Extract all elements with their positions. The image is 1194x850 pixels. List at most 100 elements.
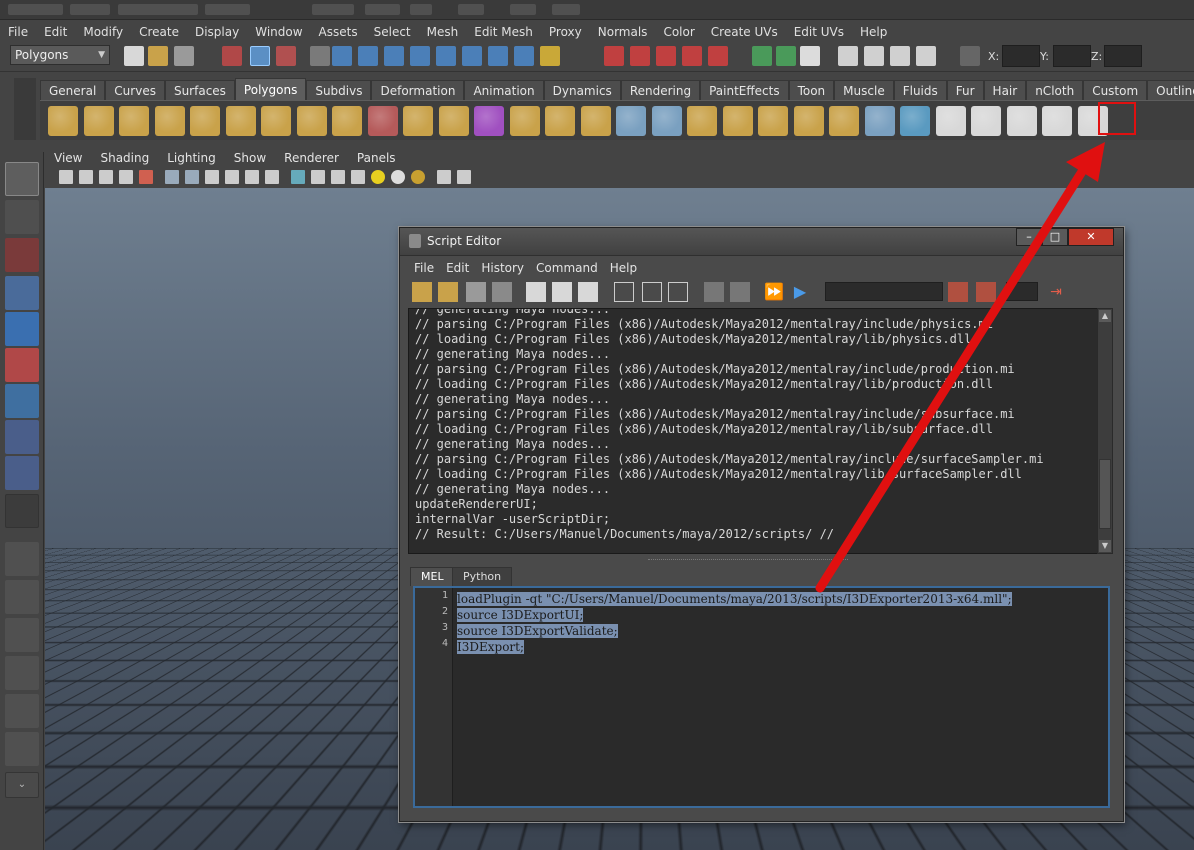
code-text[interactable]: loadPlugin -qt "C:/Users/Manuel/Document… <box>457 591 1012 655</box>
search-down-icon[interactable] <box>948 282 968 302</box>
menu-set-dropdown[interactable]: Polygons ▼ <box>10 45 110 65</box>
poly-poke-icon[interactable] <box>829 106 859 136</box>
clear-all-icon[interactable] <box>578 282 598 302</box>
menu-assets[interactable]: Assets <box>311 25 366 39</box>
tab-toon[interactable]: Toon <box>788 80 835 100</box>
lights-icon[interactable] <box>291 170 305 184</box>
select-by-object-icon[interactable] <box>250 46 270 66</box>
show-both-icon[interactable] <box>668 282 688 302</box>
script-editor-title-bar[interactable]: Script Editor – □ ✕ <box>400 228 1123 256</box>
bookmark-icon[interactable] <box>99 170 113 184</box>
scrollbar-thumb[interactable] <box>1099 459 1111 529</box>
save-scene-icon[interactable] <box>174 46 194 66</box>
poly-extrude-icon[interactable] <box>509 106 540 136</box>
layout-four-view-icon[interactable] <box>5 580 39 614</box>
poly-sphere-icon[interactable] <box>48 106 78 136</box>
tab-dynamics[interactable]: Dynamics <box>543 80 621 100</box>
shelf-options-handle[interactable] <box>14 78 36 140</box>
poly-torus-icon[interactable] <box>225 106 256 136</box>
se-menu-edit[interactable]: Edit <box>440 261 475 275</box>
menu-file[interactable]: File <box>0 25 36 39</box>
z-field[interactable] <box>1104 45 1142 67</box>
tab-python[interactable]: Python <box>452 567 513 586</box>
source-script-icon[interactable] <box>438 282 458 302</box>
select-misc-icon[interactable] <box>514 46 534 66</box>
search-field[interactable] <box>825 282 943 301</box>
image-plane-icon[interactable] <box>119 170 133 184</box>
help-icon[interactable] <box>540 46 560 66</box>
select-by-component-icon[interactable] <box>276 46 296 66</box>
poly-insert-loop-icon[interactable] <box>758 106 788 136</box>
select-joints-icon[interactable] <box>358 46 378 66</box>
resolution-gate-icon[interactable] <box>411 170 425 184</box>
execute-all-icon[interactable]: ⏩ <box>764 282 784 302</box>
poly-reduce-icon[interactable] <box>864 106 895 136</box>
poly-sculpt-icon[interactable] <box>900 106 930 136</box>
input-editor[interactable]: 1 2 3 4 loadPlugin -qt "C:/Users/Manuel/Doc… <box>413 586 1110 808</box>
tab-curves[interactable]: Curves <box>105 80 165 100</box>
layout-hypershade-icon[interactable] <box>5 694 39 728</box>
ipr-render-icon[interactable] <box>890 46 910 66</box>
render-settings-icon[interactable] <box>916 46 936 66</box>
save-script-icon[interactable] <box>466 282 486 302</box>
tab-muscle[interactable]: Muscle <box>834 80 894 100</box>
panel-menu-renderer[interactable]: Renderer <box>275 151 348 165</box>
shadows-icon[interactable] <box>351 170 365 184</box>
tab-subdivs[interactable]: Subdivs <box>306 80 372 100</box>
tab-surfaces[interactable]: Surfaces <box>164 80 235 100</box>
texture-icon[interactable] <box>245 170 259 184</box>
snap-curve-icon[interactable] <box>630 46 650 66</box>
menu-select[interactable]: Select <box>366 25 419 39</box>
layout-options-icon[interactable]: ⌄ <box>5 772 39 798</box>
selection-mask-icon[interactable] <box>310 46 330 66</box>
load-script-icon[interactable] <box>412 282 432 302</box>
history-scrollbar[interactable]: ▲ ▼ <box>1097 308 1113 554</box>
menu-modify[interactable]: Modify <box>75 25 131 39</box>
wireframe-icon[interactable] <box>165 170 179 184</box>
poly-helix-icon[interactable] <box>332 106 362 136</box>
select-dynamics-icon[interactable] <box>462 46 482 66</box>
search-up-icon[interactable] <box>976 282 996 302</box>
se-menu-command[interactable]: Command <box>530 261 604 275</box>
poly-split-icon[interactable] <box>616 106 646 136</box>
safe-action-icon[interactable] <box>457 170 471 184</box>
menu-mesh[interactable]: Mesh <box>419 25 467 39</box>
poly-cylinder-icon[interactable] <box>119 106 149 136</box>
layout-single-perspective-icon[interactable] <box>5 542 39 576</box>
select-handles-icon[interactable] <box>332 46 352 66</box>
bounding-box-icon[interactable] <box>205 170 219 184</box>
transform-field-icon[interactable] <box>960 46 980 66</box>
menu-edit-uvs[interactable]: Edit UVs <box>786 25 852 39</box>
y-field[interactable] <box>1053 45 1091 67</box>
tab-custom[interactable]: Custom <box>1083 80 1148 100</box>
construction-history-icon[interactable] <box>800 46 820 66</box>
all-lights-icon[interactable] <box>331 170 345 184</box>
panel-menu-view[interactable]: View <box>45 151 91 165</box>
poly-cone-icon[interactable] <box>154 106 185 136</box>
snap-point-icon[interactable] <box>656 46 676 66</box>
tab-painteffects[interactable]: PaintEffects <box>700 80 789 100</box>
poly-separate-icon[interactable] <box>403 106 433 136</box>
poly-spherical-map-icon[interactable] <box>1006 106 1037 136</box>
tab-mel[interactable]: MEL <box>410 567 455 586</box>
close-button[interactable]: ✕ <box>1068 228 1114 246</box>
show-manipulator-icon[interactable] <box>5 456 39 490</box>
tab-deformation[interactable]: Deformation <box>371 80 465 100</box>
layout-persp-graph-icon[interactable] <box>5 656 39 690</box>
tab-hair[interactable]: Hair <box>983 80 1027 100</box>
default-light-icon[interactable] <box>311 170 325 184</box>
panel-menu-lighting[interactable]: Lighting <box>158 151 225 165</box>
panel-menu-shading[interactable]: Shading <box>91 151 158 165</box>
menu-color[interactable]: Color <box>655 25 702 39</box>
render-view-icon[interactable] <box>838 46 858 66</box>
poly-cube-icon[interactable] <box>83 106 114 136</box>
poly-merge-icon[interactable] <box>687 106 717 136</box>
poly-wedge-icon[interactable] <box>793 106 824 136</box>
pane-splitter[interactable] <box>408 556 1115 564</box>
tab-animation[interactable]: Animation <box>464 80 544 100</box>
universal-manipulator-icon[interactable] <box>5 384 39 418</box>
scale-tool-icon[interactable] <box>5 348 39 382</box>
snap-grid-icon[interactable] <box>604 46 624 66</box>
open-scene-icon[interactable] <box>148 46 168 66</box>
line-numbers-icon[interactable] <box>730 282 750 302</box>
